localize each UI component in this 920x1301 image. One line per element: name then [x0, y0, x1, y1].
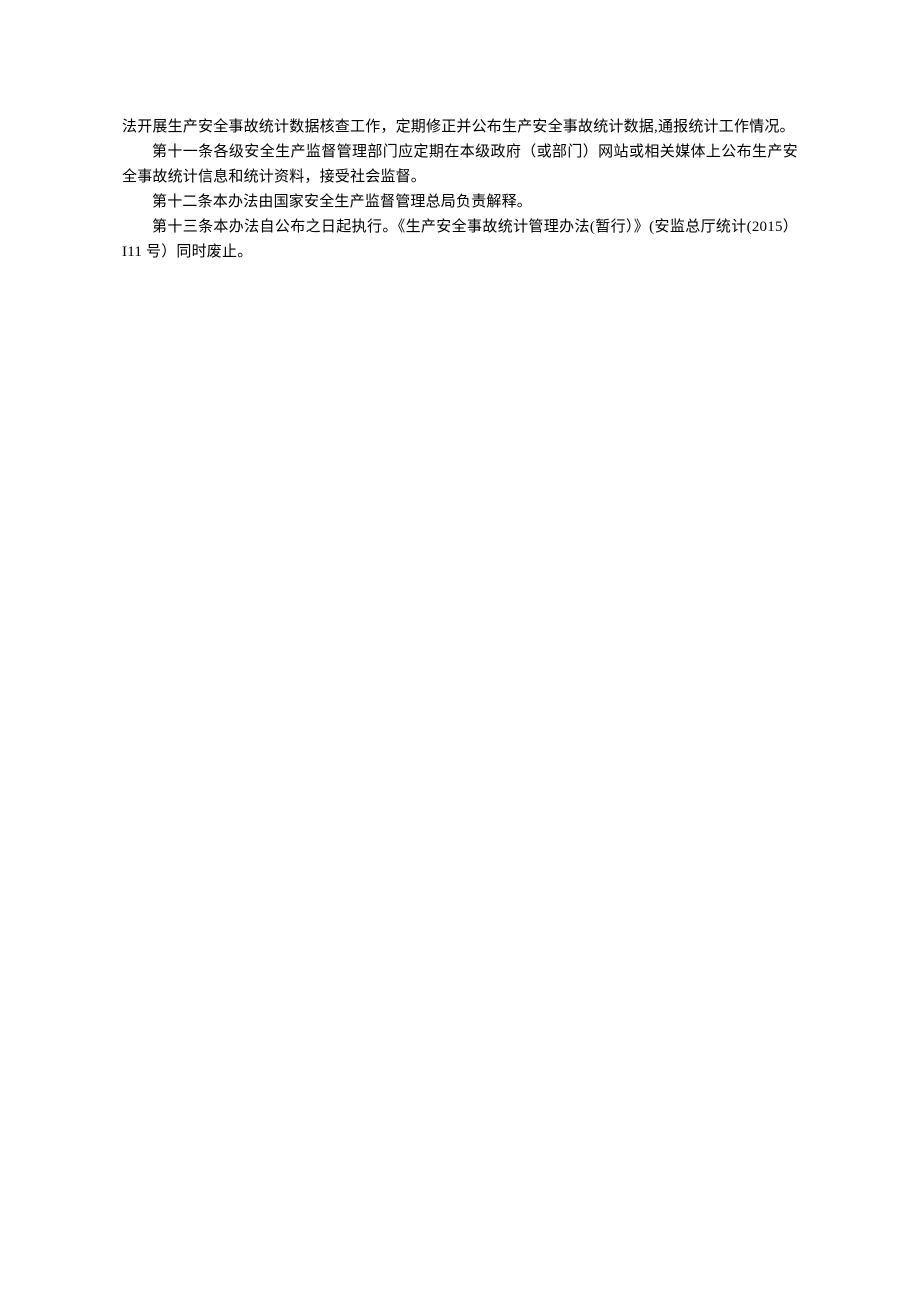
paragraph-article-12: 第十二条本办法由国家安全生产监督管理总局负责解释。: [122, 190, 798, 215]
paragraph-article-13: 第十三条本办法自公布之日起执行。《生产安全事故统计管理办法(暂行）》(安监总厅统…: [122, 215, 798, 265]
paragraph-continuation: 法开展生产安全事故统计数据核查工作，定期修正并公布生产安全事故统计数据,通报统计…: [122, 115, 798, 140]
paragraph-article-11: 第十一条各级安全生产监督管理部门应定期在本级政府（或部门）网站或相关媒体上公布生…: [122, 140, 798, 190]
document-body: 法开展生产安全事故统计数据核查工作，定期修正并公布生产安全事故统计数据,通报统计…: [122, 115, 798, 265]
document-page: 法开展生产安全事故统计数据核查工作，定期修正并公布生产安全事故统计数据,通报统计…: [0, 0, 920, 1301]
